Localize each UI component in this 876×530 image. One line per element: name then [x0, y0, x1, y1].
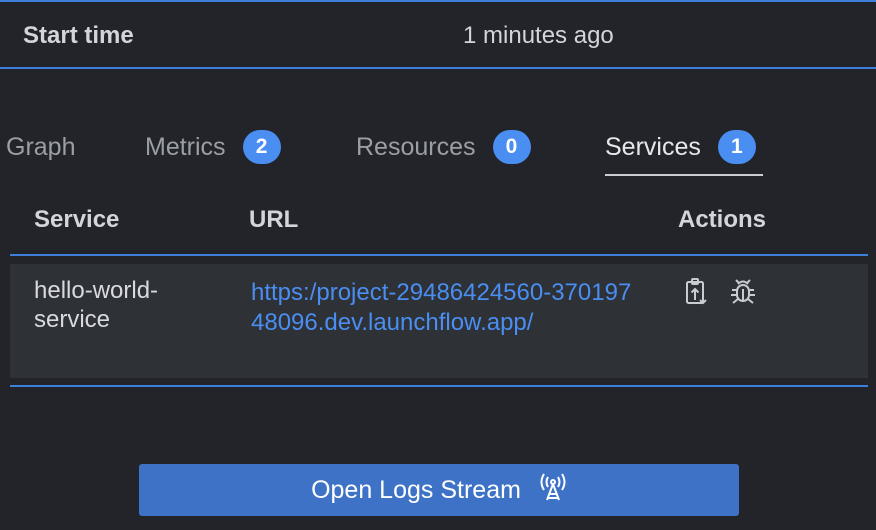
broadcast-tower-icon — [539, 472, 567, 508]
bug-icon[interactable] — [727, 276, 759, 308]
start-time-row: Start time 1 minutes ago — [0, 2, 876, 69]
tab-metrics[interactable]: Metrics 2 — [145, 122, 281, 174]
column-header-actions: Actions — [678, 206, 767, 233]
open-logs-stream-label: Open Logs Stream — [311, 475, 521, 504]
service-url-link[interactable]: https:/project-29486424560-37019748096.d… — [251, 278, 636, 338]
tab-label: Metrics — [145, 133, 226, 161]
clipboard-upload-icon[interactable] — [681, 276, 713, 308]
open-logs-stream-button[interactable]: Open Logs Stream — [139, 464, 739, 516]
column-header-url: URL — [249, 206, 299, 233]
count-badge: 2 — [242, 130, 281, 164]
column-header-service: Service — [34, 206, 120, 233]
table-row: hello-world-service https:/project-29486… — [10, 264, 868, 378]
tab-label: Graph — [6, 133, 76, 161]
table-header: Service URL Actions — [10, 198, 868, 256]
start-time-label: Start time — [23, 22, 134, 49]
service-name: hello-world-service — [34, 277, 159, 333]
row-actions — [681, 276, 759, 308]
start-time-value: 1 minutes ago — [463, 22, 614, 49]
count-badge: 0 — [492, 130, 531, 164]
row-divider — [10, 385, 868, 387]
tab-label: Resources — [356, 133, 476, 161]
tab-services[interactable]: Services 1 — [605, 122, 763, 176]
count-badge: 1 — [717, 130, 756, 164]
tab-resources[interactable]: Resources 0 — [356, 122, 531, 174]
tab-bar: Graph Metrics 2 Resources 0 Services 1 — [0, 122, 876, 178]
tab-label: Services — [605, 133, 701, 161]
tab-graph[interactable]: Graph — [6, 122, 75, 174]
